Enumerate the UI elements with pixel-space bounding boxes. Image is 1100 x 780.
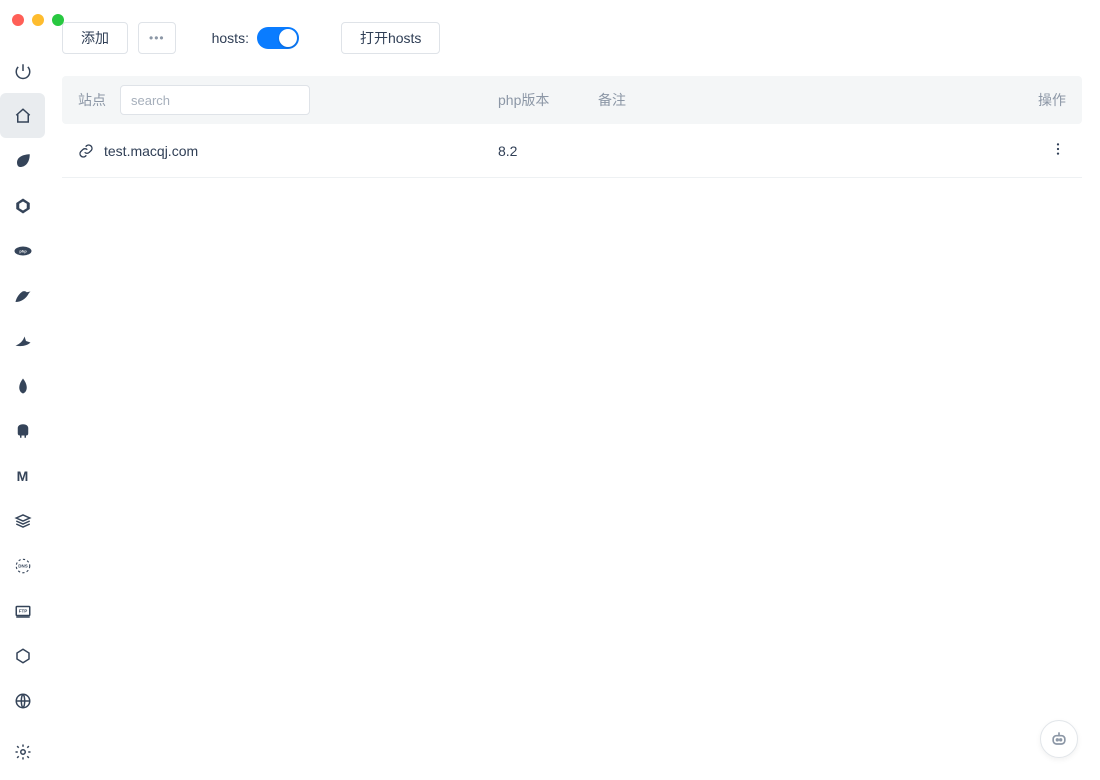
svg-text:DNS: DNS <box>18 563 28 568</box>
sidebar-item-power[interactable] <box>0 48 45 93</box>
sidebar-item-shark[interactable] <box>0 318 45 363</box>
close-dot[interactable] <box>12 14 24 26</box>
hosts-toggle-group: hosts: <box>212 27 299 49</box>
window-traffic-lights <box>12 14 64 26</box>
elephant-icon <box>14 422 32 440</box>
row-site[interactable]: test.macqj.com <box>104 143 198 159</box>
zoom-dot[interactable] <box>52 14 64 26</box>
sidebar-item-node[interactable] <box>0 633 45 678</box>
table-row: test.macqj.com 8.2 <box>62 124 1082 178</box>
col-op-label: 操作 <box>1006 90 1066 110</box>
hex-node-icon <box>14 647 32 665</box>
help-fab[interactable] <box>1040 720 1078 758</box>
kebab-icon <box>1050 141 1066 157</box>
table-header: 站点 php版本 备注 操作 <box>62 76 1082 124</box>
more-button[interactable]: ••• <box>138 22 176 54</box>
home-icon <box>14 107 32 125</box>
dns-icon: DNS <box>14 557 32 575</box>
shark-icon <box>14 332 32 350</box>
row-php: 8.2 <box>498 143 598 159</box>
gear-icon <box>14 743 32 761</box>
sidebar-item-settings[interactable] <box>0 729 45 774</box>
toggle-knob <box>279 29 297 47</box>
sidebar-item-globe[interactable] <box>0 678 45 723</box>
geometric-icon <box>14 197 32 215</box>
php-icon: php <box>14 242 32 260</box>
dots-icon: ••• <box>149 31 165 45</box>
stack-icon <box>14 512 32 530</box>
sidebar: php M DNS FTP <box>0 0 45 780</box>
mongo-leaf-icon <box>14 377 32 395</box>
sidebar-item-letter-m[interactable]: M <box>0 453 45 498</box>
ftp-icon: FTP <box>14 602 32 620</box>
sidebar-item-geometric[interactable] <box>0 183 45 228</box>
col-site-label: 站点 <box>78 90 106 110</box>
sidebar-item-leaf[interactable] <box>0 138 45 183</box>
col-php-label: php版本 <box>498 90 598 110</box>
bot-icon <box>1049 729 1069 749</box>
sidebar-item-stack[interactable] <box>0 498 45 543</box>
toolbar: 添加 ••• hosts: 打开hosts <box>62 22 1082 54</box>
sidebar-item-elephant[interactable] <box>0 408 45 453</box>
letter-m-icon: M <box>14 467 32 485</box>
add-button[interactable]: 添加 <box>62 22 128 54</box>
hosts-label: hosts: <box>212 30 249 46</box>
sidebar-item-bird[interactable] <box>0 273 45 318</box>
search-input[interactable] <box>120 85 310 115</box>
link-icon <box>78 143 94 159</box>
main-content: 站点 php版本 备注 操作 test.macqj.com 8.2 <box>62 76 1082 780</box>
sidebar-item-dns[interactable]: DNS <box>0 543 45 588</box>
sidebar-item-mongo[interactable] <box>0 363 45 408</box>
sidebar-item-php[interactable]: php <box>0 228 45 273</box>
minimize-dot[interactable] <box>32 14 44 26</box>
globe-icon <box>14 692 32 710</box>
power-icon <box>14 62 32 80</box>
sidebar-item-ftp[interactable]: FTP <box>0 588 45 633</box>
svg-text:php: php <box>19 248 27 253</box>
leaf-icon <box>14 152 32 170</box>
col-note-label: 备注 <box>598 90 1006 110</box>
bird-icon <box>14 287 32 305</box>
row-actions[interactable] <box>1046 141 1066 160</box>
svg-text:FTP: FTP <box>18 608 27 613</box>
open-hosts-button[interactable]: 打开hosts <box>341 22 440 54</box>
hosts-toggle[interactable] <box>257 27 299 49</box>
sidebar-item-home[interactable] <box>0 93 45 138</box>
